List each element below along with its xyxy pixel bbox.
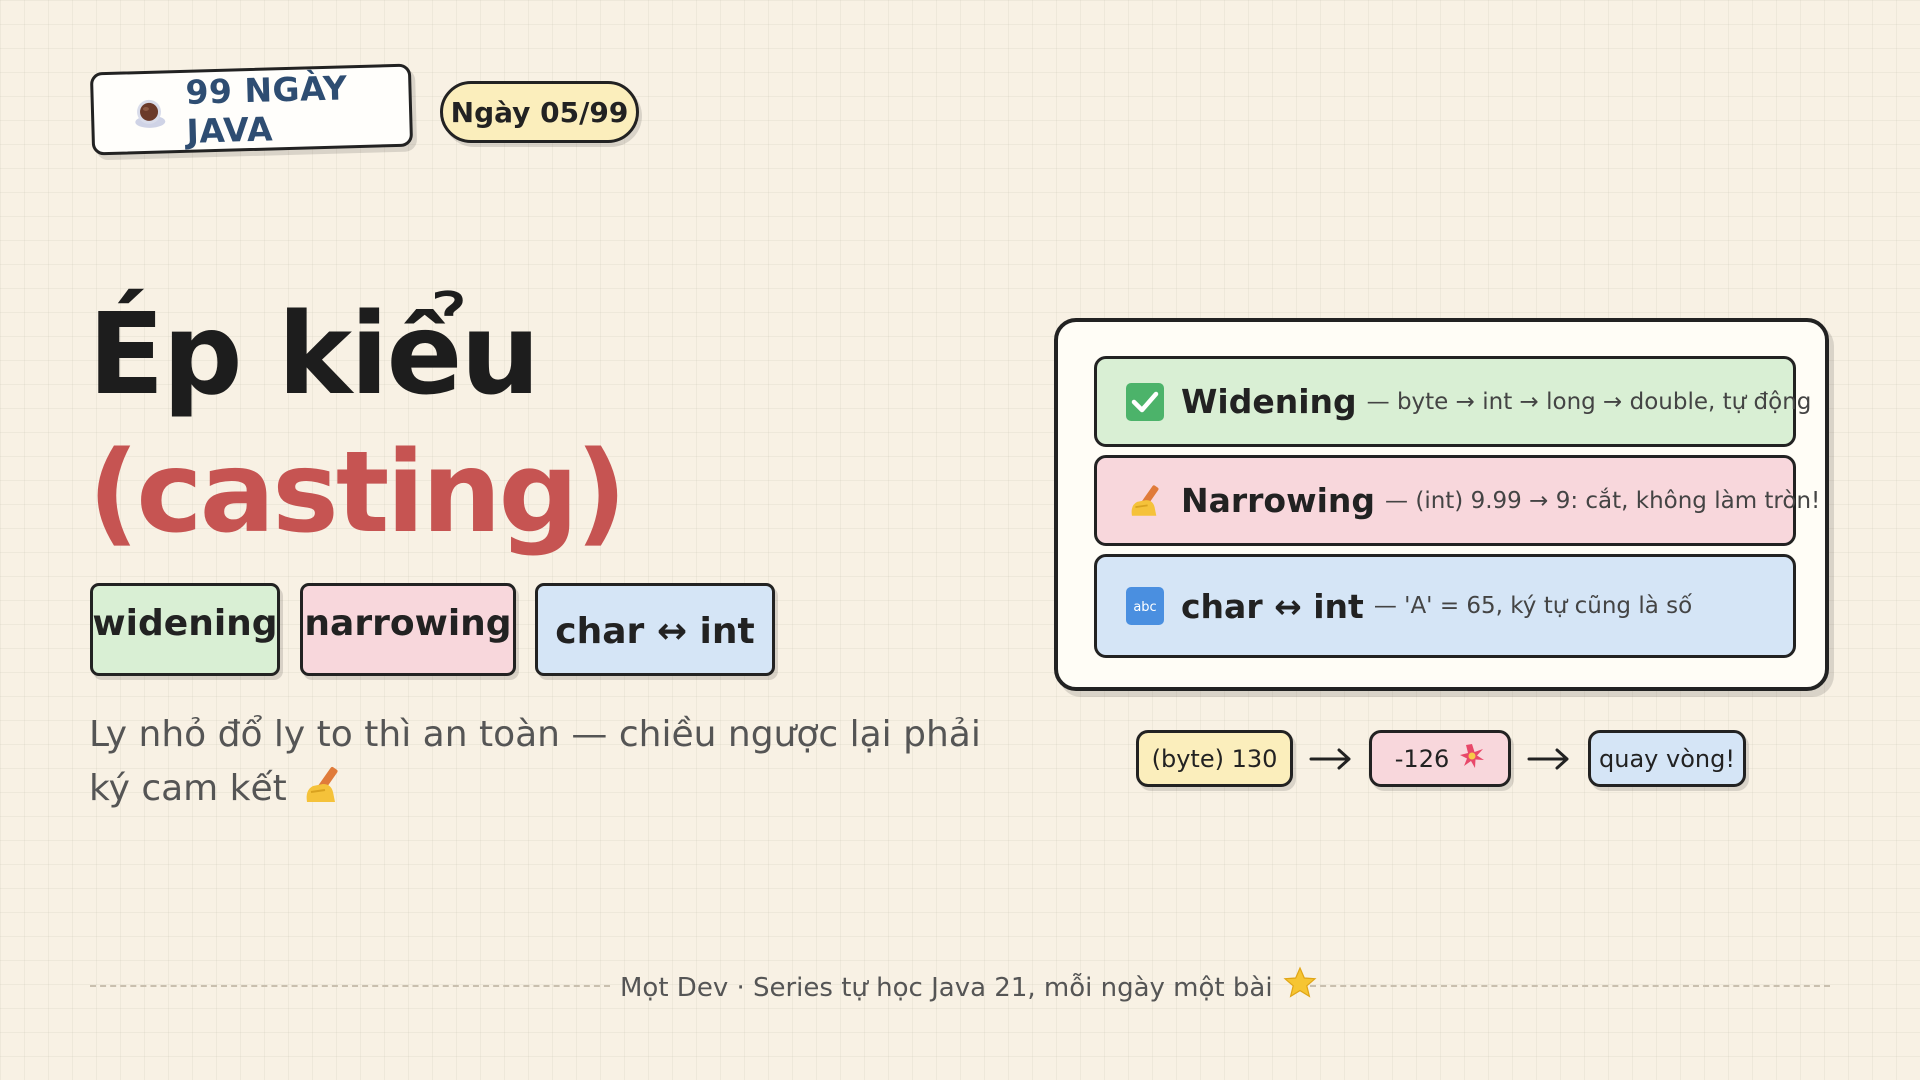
coffee-cup-icon [132, 94, 169, 131]
casting-summary-panel: Widening — byte → int → long → double, t… [1054, 318, 1829, 691]
lead-text: Ly nhỏ đổ ly to thì an toàn — chiều ngượ… [89, 708, 1029, 816]
tag-widening: widening [90, 583, 280, 676]
arrow-right-icon [1527, 748, 1569, 770]
row-char-int-title: char ↔ int [1181, 586, 1364, 626]
check-icon [1125, 382, 1165, 422]
footer-divider-right [1310, 985, 1830, 987]
footer: Mọt Dev · Series tự học Java 21, mỗi ngà… [620, 966, 1317, 1007]
arrow-right-icon [1309, 748, 1351, 770]
row-char-int-desc: — 'A' = 65, ký tự cũng là số [1373, 593, 1693, 619]
row-widening-title: Widening [1181, 382, 1357, 421]
series-label: 99 NGÀY JAVA [184, 67, 348, 151]
row-widening: Widening — byte → int → long → double, t… [1094, 356, 1811, 447]
row-narrowing-title: Narrowing [1181, 481, 1376, 520]
row-narrowing: Narrowing — (int) 9.99 → 9: cắt, không l… [1094, 455, 1820, 546]
example-result-pill: -126 [1369, 730, 1511, 787]
row-widening-desc: — byte → int → long → double, tự động [1366, 388, 1812, 415]
page-subtitle: (casting) [88, 428, 627, 558]
collision-burst-icon [1459, 743, 1485, 775]
example-note-pill: quay vòng! [1588, 730, 1746, 787]
lead-text-content: Ly nhỏ đổ ly to thì an toàn — chiều ngượ… [89, 714, 981, 809]
series-badge: 99 NGÀY JAVA [89, 63, 414, 156]
writing-hand-icon [1125, 481, 1165, 521]
svg-text:abc: abc [1133, 600, 1156, 615]
footer-divider-left [90, 985, 610, 987]
tag-char-int: char ↔ int [535, 583, 775, 676]
day-badge: Ngày 05/99 [440, 81, 639, 143]
footer-text: Mọt Dev · Series tự học Java 21, mỗi ngà… [620, 973, 1273, 1003]
page-title: Ép kiểu [88, 290, 540, 420]
tag-narrowing: narrowing [300, 583, 516, 676]
row-narrowing-desc: — (int) 9.99 → 9: cắt, không làm tròn! [1385, 487, 1821, 514]
abc-icon: abc [1125, 586, 1165, 626]
row-char-int: abc char ↔ int — 'A' = 65, ký tự cũng là… [1094, 554, 1796, 658]
writing-hand-icon [299, 762, 345, 816]
example-result-value: -126 [1394, 744, 1450, 773]
example-input-pill: (byte) 130 [1136, 730, 1293, 787]
